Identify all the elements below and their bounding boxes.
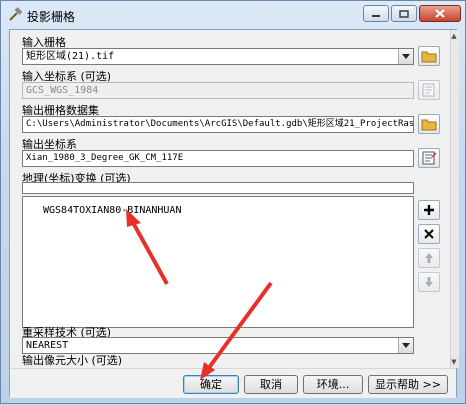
output-raster-value: C:\Users\Administrator\Documents\ArcGIS\… [26,119,414,129]
close-button[interactable] [419,5,461,22]
x-icon [424,229,434,239]
hammer-icon [9,7,23,21]
folder-icon [421,51,437,63]
move-down-button [418,272,440,292]
scroll-down-icon[interactable]: ▼ [450,358,458,366]
list-item[interactable]: WGS84TOXIAN80-BINANHUAN [43,205,181,216]
dialog-window: 投影栅格 输入栅格 矩形区域(21).tif 输入坐标系 (可选) GCS_WG… [0,0,466,404]
maximize-button[interactable] [391,5,417,22]
geo-transform-input[interactable] [22,182,414,194]
environments-button[interactable]: 环境... [303,375,363,394]
minimize-button[interactable] [363,5,389,22]
output-cs-value: Xian_1980_3_Degree_GK_CM_117E [26,153,184,163]
window-title: 投影栅格 [27,10,76,24]
chevron-down-icon[interactable] [398,338,413,353]
browse-output-raster-button[interactable] [418,114,440,134]
move-up-button [418,248,440,268]
input-raster-combo[interactable]: 矩形区域(21).tif [22,48,414,65]
folder-icon [421,119,437,131]
show-help-button[interactable]: 显示帮助 >> [368,375,448,394]
close-icon [435,9,445,18]
input-raster-value: 矩形区域(21).tif [26,51,115,62]
input-cs-value: GCS_WGS_1984 [26,85,99,96]
scrollbar[interactable] [450,30,459,368]
title-bar[interactable]: 投影栅格 [1,1,465,29]
output-raster-input[interactable]: C:\Users\Administrator\Documents\ArcGIS\… [22,116,414,133]
minimize-icon [372,14,380,17]
cancel-button[interactable]: 取消 [244,375,298,394]
cell-size-label: 输出像元大小 (可选) [22,354,123,367]
output-cs-field[interactable]: Xian_1980_3_Degree_GK_CM_117E [22,150,414,167]
remove-transform-button[interactable] [418,224,440,244]
properties-icon [422,83,435,97]
input-cs-field: GCS_WGS_1984 [22,82,414,99]
scroll-up-icon[interactable]: ▲ [450,32,458,40]
resampling-value: NEAREST [26,340,69,351]
ok-button[interactable]: 确定 [183,375,239,394]
geo-transform-list[interactable]: WGS84TOXIAN80-BINANHUAN [22,196,414,328]
chevron-down-icon[interactable] [398,49,413,64]
properties-icon [422,151,437,165]
browse-input-raster-button[interactable] [418,46,440,66]
add-transform-button[interactable] [418,200,440,220]
dialog-content: 输入栅格 矩形区域(21).tif 输入坐标系 (可选) GCS_WGS_198… [9,29,459,398]
plus-icon [424,205,434,215]
input-cs-properties-button [418,80,440,100]
output-cs-properties-button[interactable] [418,148,440,168]
maximize-icon [399,9,409,18]
button-bar: 确定 取消 环境... 显示帮助 >> [10,368,456,398]
arrow-down-icon [425,277,433,287]
arrow-up-icon [425,253,433,263]
